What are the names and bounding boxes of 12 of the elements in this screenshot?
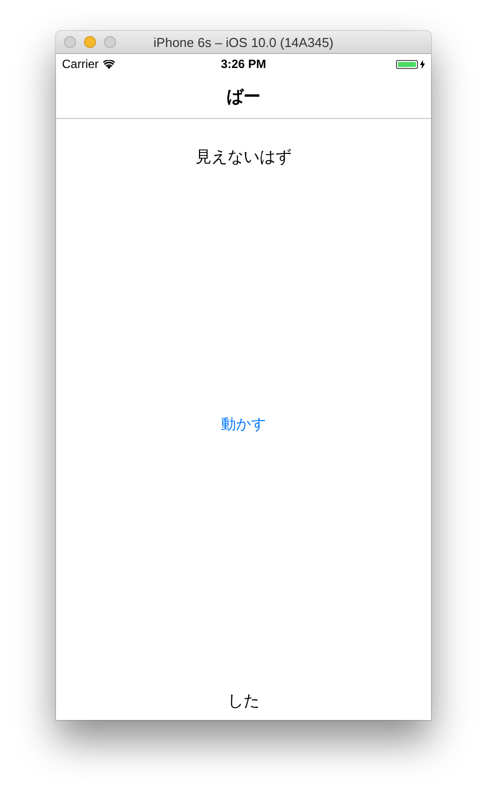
battery-icon — [396, 60, 418, 68]
window-title: iPhone 6s – iOS 10.0 (14A345) — [154, 34, 334, 50]
bottom-label: した — [228, 691, 260, 712]
move-button[interactable]: 動かす — [217, 413, 270, 436]
carrier-name: Carrier — [62, 57, 99, 71]
status-time: 3:26 PM — [220, 57, 266, 71]
window-control[interactable] — [104, 36, 116, 48]
top-label: 見えないはず — [196, 147, 292, 168]
window-control[interactable] — [84, 36, 96, 48]
wifi-icon — [102, 60, 115, 68]
window-control[interactable] — [64, 36, 76, 48]
navigation-title: ばー — [226, 86, 260, 108]
